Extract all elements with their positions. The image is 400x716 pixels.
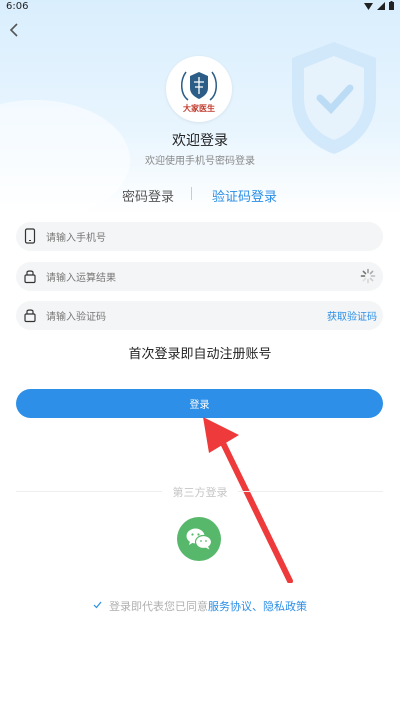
tab-divider (191, 187, 192, 200)
status-icons (364, 1, 394, 10)
lock-icon (24, 270, 36, 284)
agreement-checkbox[interactable] (93, 601, 103, 611)
phone-icon (24, 228, 36, 244)
tab-password-login[interactable]: 密码登录 (122, 186, 174, 205)
agreement-text: 登录即代表您已同意 (109, 600, 208, 613)
svg-text:大家医生: 大家医生 (183, 103, 215, 113)
status-time: 6:06 (6, 1, 29, 12)
phone-input-placeholder[interactable]: 请输入手机号 (46, 229, 106, 244)
sms-code-field[interactable]: 请输入验证码 获取验证码 (16, 301, 383, 330)
get-code-button[interactable]: 获取验证码 (327, 308, 377, 323)
agreement-links[interactable]: 服务协议、隐私政策 (208, 598, 307, 614)
status-bar: 6:06 (0, 0, 400, 14)
page-title: 欢迎登录 (172, 133, 228, 149)
phone-field[interactable]: 请输入手机号 (16, 222, 383, 251)
back-button[interactable] (4, 20, 24, 40)
lock-icon (24, 309, 36, 323)
logo-emblem-icon: 大家医生 (181, 71, 217, 113)
tab-code-login[interactable]: 验证码登录 (212, 186, 277, 205)
wifi-icon (364, 2, 373, 10)
login-tabs: 密码登录 验证码登录 (0, 186, 400, 205)
agreement-row: 登录即代表您已同意 服务协议、隐私政策 (0, 598, 400, 614)
auto-register-notice: 首次登录即自动注册账号 (128, 347, 272, 362)
page-subtitle: 欢迎使用手机号密码登录 (145, 156, 255, 167)
captcha-field[interactable]: 请输入运算结果 (16, 262, 383, 291)
sms-input-placeholder[interactable]: 请输入验证码 (46, 308, 106, 323)
check-icon (93, 601, 102, 609)
third-party-label: 第三方登录 (162, 484, 238, 500)
wechat-login-button[interactable] (177, 517, 221, 561)
battery-icon (389, 1, 394, 10)
loading-spinner-icon[interactable] (360, 268, 376, 284)
wechat-icon (186, 528, 213, 550)
signal-icon (377, 1, 385, 10)
app-logo: 大家医生 (166, 56, 232, 122)
chevron-left-icon (9, 23, 18, 37)
captcha-input-placeholder[interactable]: 请输入运算结果 (46, 269, 116, 284)
